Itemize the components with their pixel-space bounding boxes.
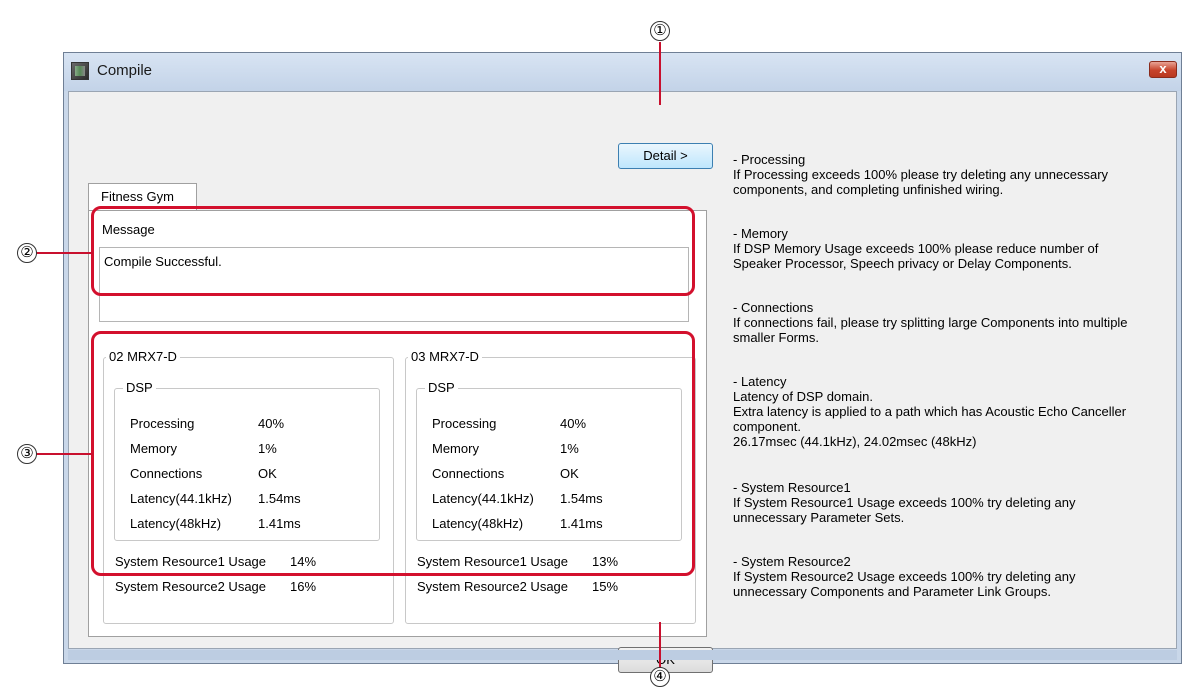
info-body: Latency of DSP domain. Extra latency is …	[733, 389, 1127, 449]
info-connections: - Connections If connections fail, pleas…	[733, 300, 1128, 345]
resource2-label: System Resource2 Usage	[115, 579, 267, 594]
resource2-label: System Resource2 Usage	[417, 579, 569, 594]
info-processing: - Processing If Processing exceeds 100% …	[733, 152, 1108, 197]
callout-2: ②	[17, 243, 37, 263]
info-title: - Latency	[733, 374, 787, 389]
close-button[interactable]: x	[1149, 61, 1177, 78]
title-bar[interactable]: Compile x	[64, 53, 1181, 91]
info-title: - System Resource2	[733, 554, 851, 569]
callout-4-leader	[659, 622, 661, 669]
info-body: If System Resource2 Usage exceeds 100% t…	[733, 569, 1076, 599]
info-memory: - Memory If DSP Memory Usage exceeds 100…	[733, 226, 1098, 271]
window-bottom-border	[68, 650, 1177, 660]
detail-button[interactable]: Detail >	[618, 143, 713, 169]
callout-2-leader	[35, 252, 93, 254]
window-title: Compile	[97, 62, 153, 79]
callout-1-leader	[659, 42, 661, 105]
info-body: If System Resource1 Usage exceeds 100% t…	[733, 495, 1076, 525]
info-latency: - Latency Latency of DSP domain. Extra l…	[733, 374, 1126, 449]
info-title: - Memory	[733, 226, 788, 241]
info-body: If connections fail, please try splittin…	[733, 315, 1128, 345]
resource2-value: 15%	[592, 579, 619, 594]
callout-4: ④	[650, 667, 670, 687]
resource2-value: 16%	[290, 579, 317, 594]
highlight-message	[91, 206, 695, 296]
info-title: - Processing	[733, 152, 806, 167]
callout-3-leader	[35, 453, 93, 455]
info-body: If DSP Memory Usage exceeds 100% please …	[733, 241, 1099, 271]
info-body: If Processing exceeds 100% please try de…	[733, 167, 1109, 197]
callout-3: ③	[17, 444, 37, 464]
app-icon	[71, 62, 89, 80]
info-title: - Connections	[733, 300, 814, 315]
info-system-resource1: - System Resource1 If System Resource1 U…	[733, 480, 1076, 525]
callout-1: ①	[650, 21, 670, 41]
info-title: - System Resource1	[733, 480, 851, 495]
info-system-resource2: - System Resource2 If System Resource2 U…	[733, 554, 1076, 599]
highlight-usage	[91, 331, 695, 576]
